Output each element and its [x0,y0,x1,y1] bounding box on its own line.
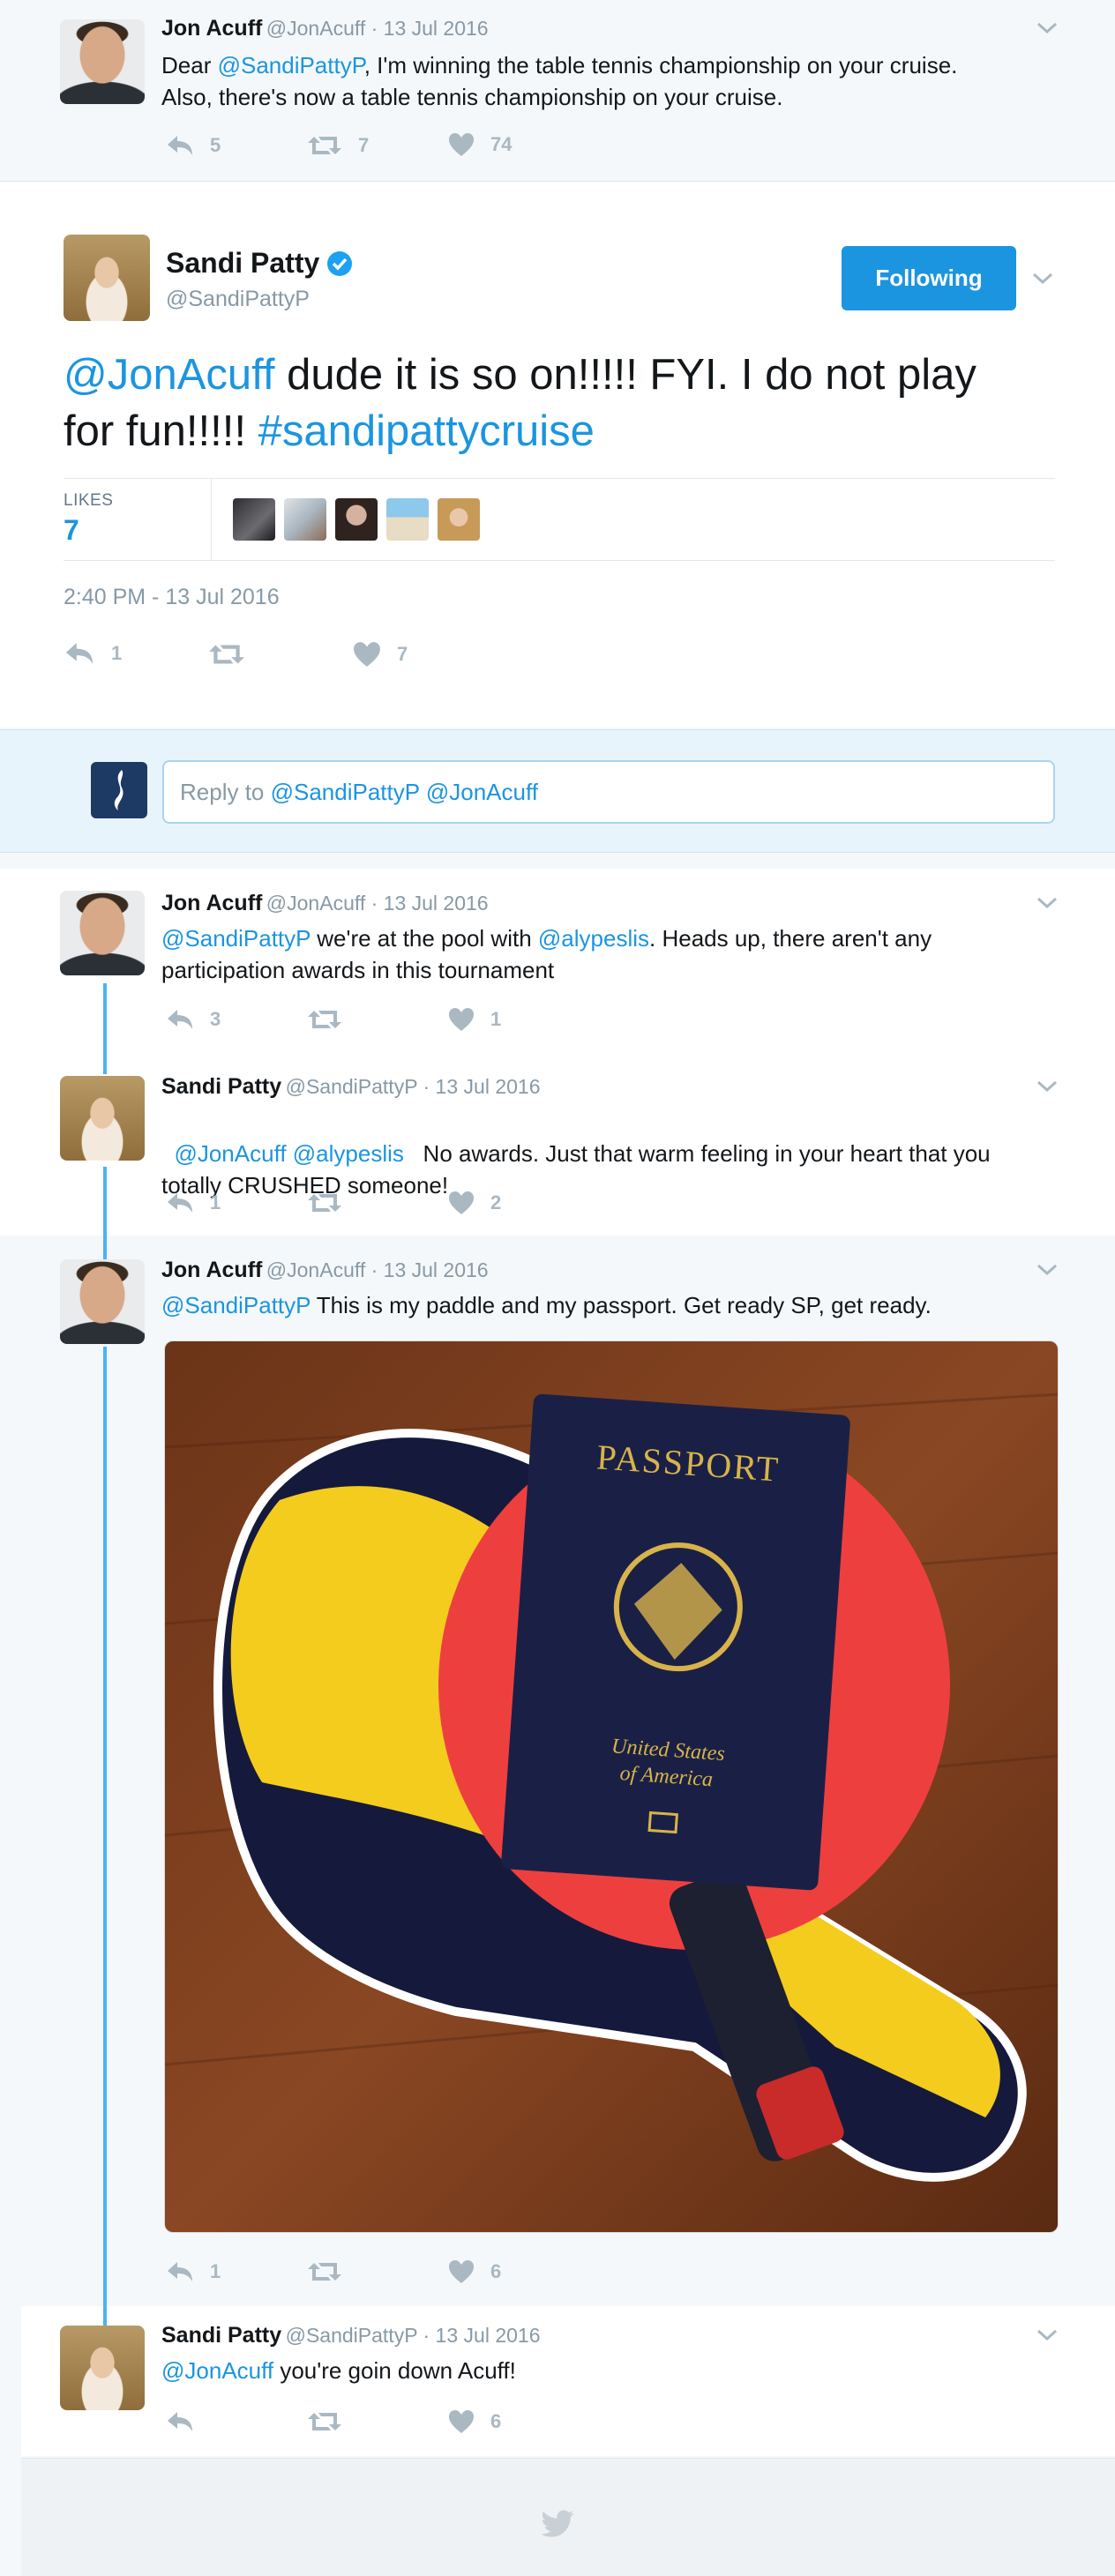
heart-icon [449,2260,474,2283]
author-meta[interactable]: @SandiPattyP · 13 Jul 2016 [286,1075,541,1098]
mention-link[interactable]: @SandiPattyP [161,1292,311,1318]
tweet-text: Dear @SandiPattyP, I'm winning the table… [161,52,958,110]
likes-count: 7 [64,514,79,546]
chevron-down-icon[interactable] [1032,272,1053,286]
stats-row: LIKES 7 [64,478,1055,561]
retweet-icon [308,2413,341,2430]
liker-avatar[interactable] [284,498,326,541]
current-user-avatar[interactable] [91,762,147,818]
following-button[interactable]: Following [842,246,1016,310]
like-button[interactable]: 74 [448,132,512,157]
tweet-text: @JonAcuff dude it is so on!!!!! FYI. I d… [64,351,977,455]
retweet-button[interactable] [307,1009,358,1030]
tweet-photo[interactable]: PASSPORT United States of America [164,1340,1059,2233]
twitter-bird-icon [542,2510,574,2537]
chevron-down-icon[interactable] [1036,1079,1058,1094]
avatar-sandi[interactable] [64,235,150,321]
reply-icon [168,2262,192,2281]
retweet-button[interactable] [307,1192,358,1213]
chevron-down-icon[interactable] [1036,21,1058,35]
heart-icon [449,1191,474,1214]
retweet-button[interactable] [307,2261,358,2282]
like-button[interactable]: 1 [448,1007,501,1032]
tweet-text: @JonAcuff @alypeslis No awards. Just tha… [161,1140,991,1198]
mention-link[interactable]: @JonAcuff [161,2357,273,2384]
main-tweet: Sandi Patty @SandiPattyP Following @JonA… [0,183,1115,728]
author-meta[interactable]: @SandiPattyP · 13 Jul 2016 [286,2324,541,2347]
heart-icon [449,1008,474,1031]
retweet-button[interactable] [208,643,261,666]
author-name[interactable]: Sandi Patty [161,1074,281,1099]
author-name[interactable]: Jon Acuff [161,891,262,915]
author-name[interactable]: Sandi Patty [166,247,319,280]
tweet-text: @SandiPattyP we're at the pool with @aly… [161,925,932,983]
reply-input[interactable]: Reply to @SandiPattyP @JonAcuff [162,760,1055,824]
author-meta[interactable]: @JonAcuff · 13 Jul 2016 [266,17,489,40]
retweet-icon [308,1011,341,1028]
author-name[interactable]: Sandi Patty [161,2323,281,2348]
mention-link[interactable]: @alypeslis [538,925,649,952]
heart-icon [449,133,474,156]
retweet-button[interactable]: 7 [307,134,369,157]
avatar-jon[interactable] [60,891,145,975]
ancestor-tweet[interactable]: Jon Acuff @JonAcuff · 13 Jul 2016 Dear @… [0,0,1115,182]
author-name[interactable]: Jon Acuff [161,1258,262,1282]
thread-line [103,1167,107,1262]
reply-icon [168,1193,192,1213]
reply-icon [168,2412,192,2431]
liker-avatars[interactable] [233,498,480,541]
reply-button[interactable]: 3 [166,1008,221,1031]
retweet-icon [308,1194,341,1212]
thread-line [103,983,107,1074]
reply-button[interactable]: 1 [64,641,122,666]
tweet-text: @SandiPattyP This is my paddle and my pa… [161,1292,932,1318]
liker-avatar[interactable] [233,498,275,541]
like-button[interactable]: 2 [448,1191,501,1215]
avatar-sandi[interactable] [60,1076,145,1161]
heart-icon [354,642,380,667]
reply-icon [65,643,94,664]
liker-avatar[interactable] [438,498,480,541]
thread-line [103,1347,107,2326]
tweet-text: @JonAcuff you're goin down Acuff! [161,2357,516,2384]
timestamp[interactable]: 2:40 PM - 13 Jul 2016 [64,585,280,610]
retweet-icon [308,137,341,154]
likes-stat[interactable]: LIKES 7 [64,479,212,560]
logo-icon [114,770,123,810]
author-meta[interactable]: @JonAcuff · 13 Jul 2016 [266,1258,489,1281]
reply-composer: Reply to @SandiPattyP @JonAcuff [0,729,1115,853]
mention-link[interactable]: @JonAcuff @alypeslis [174,1140,403,1167]
retweet-icon [308,2263,341,2281]
author-handle[interactable]: @SandiPattyP [166,287,310,312]
chevron-down-icon[interactable] [1036,1263,1058,1277]
like-button[interactable]: 6 [448,2259,501,2284]
mention-link[interactable]: @JonAcuff [64,351,275,399]
likes-label: LIKES [64,491,114,510]
reply-button[interactable] [166,2410,210,2433]
like-button[interactable]: 7 [353,641,408,668]
avatar-sandi[interactable] [60,2326,145,2410]
retweet-button[interactable] [307,2411,358,2432]
like-button[interactable]: 6 [448,2409,501,2434]
heart-icon [449,2410,474,2433]
retweet-icon [209,645,244,664]
avatar-jon[interactable] [60,1259,145,1344]
reply-button[interactable]: 5 [166,134,221,157]
chevron-down-icon[interactable] [1036,2328,1058,2342]
reply-icon [168,1010,192,1029]
reply-icon [168,136,192,155]
author-meta[interactable]: @JonAcuff · 13 Jul 2016 [266,892,489,915]
mention-link[interactable]: @SandiPattyP [161,925,311,952]
reply-button[interactable]: 1 [166,1191,221,1214]
avatar-jon[interactable] [60,19,145,104]
mention-link[interactable]: @SandiPattyP [218,52,364,78]
liker-avatar[interactable] [335,498,378,541]
paddle-passport-photo: PASSPORT United States of America [165,1341,1058,2232]
author-name[interactable]: Jon Acuff [161,16,262,41]
liker-avatar[interactable] [386,498,429,541]
verified-badge-icon [327,250,353,276]
chevron-down-icon[interactable] [1036,896,1058,910]
hashtag-link[interactable]: #sandipattycruise [258,407,595,455]
reply-button[interactable]: 1 [166,2260,221,2283]
